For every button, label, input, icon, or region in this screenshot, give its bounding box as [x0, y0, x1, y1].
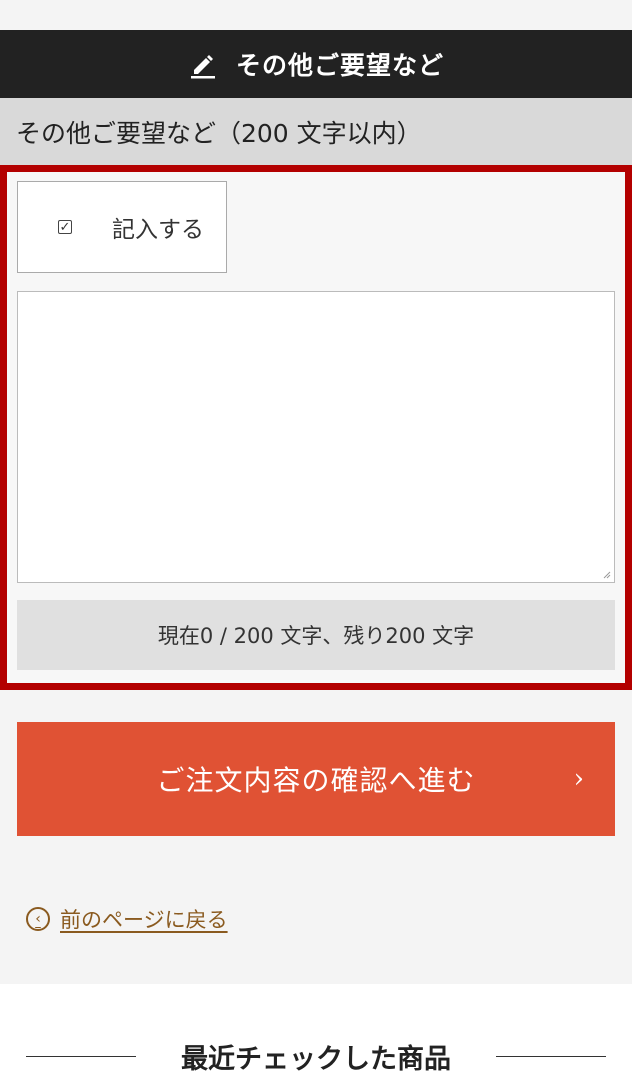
back-to-previous-page-link[interactable]: ‹ 前のページに戻る	[26, 902, 228, 936]
fill-in-checkbox-button[interactable]: ✓ 記入する	[17, 181, 227, 273]
checkbox-label: 記入する	[112, 217, 204, 243]
recently-viewed-title: 最近チェックした商品	[181, 1043, 451, 1075]
character-counter: 現在0 / 200 文字、残り200 文字	[17, 600, 615, 670]
top-strip	[0, 0, 632, 30]
title-divider-right	[496, 1056, 606, 1057]
proceed-to-confirm-button[interactable]: ご注文内容の確認へ進む ›	[17, 722, 615, 836]
resize-grip-icon[interactable]	[601, 569, 611, 579]
back-link-label: 前のページに戻る	[60, 908, 228, 932]
chevron-right-icon: ›	[573, 764, 585, 794]
confirm-button-label: ご注文内容の確認へ進む	[156, 764, 476, 797]
request-form: ✓ 記入する 現在0 / 200 文字、残り200 文字	[0, 165, 632, 690]
request-textarea[interactable]	[18, 292, 614, 582]
title-divider-left	[26, 1056, 136, 1057]
section-header: その他ご要望など	[0, 30, 632, 98]
checkbox-icon[interactable]: ✓	[58, 220, 72, 235]
recently-viewed-title-row: 最近チェックした商品	[0, 1034, 632, 1078]
field-label: その他ご要望など（200 文字以内）	[0, 98, 632, 165]
section-header-title: その他ご要望など	[235, 51, 444, 80]
recently-viewed-section: 最近チェックした商品	[0, 984, 632, 1084]
pencil-icon	[188, 49, 218, 79]
chevron-left-circle-icon: ‹	[26, 907, 50, 931]
request-textarea-wrapper	[17, 291, 615, 583]
